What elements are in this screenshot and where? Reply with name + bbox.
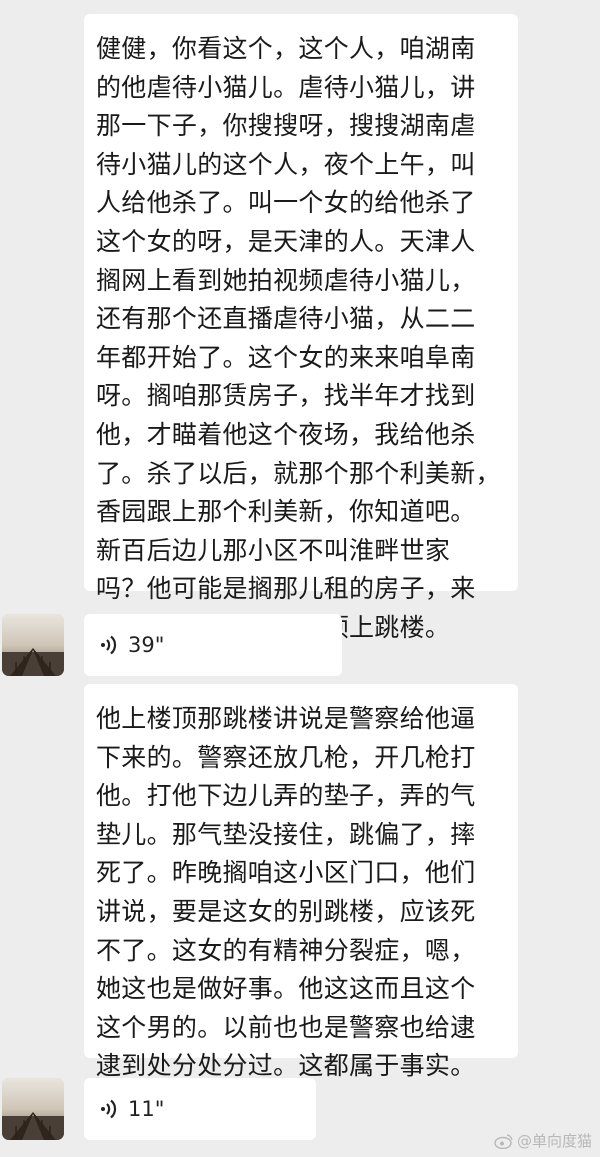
- watermark-text: @单向度猫: [516, 1132, 592, 1150]
- voice-wave-icon: [101, 1099, 117, 1119]
- pier-sunset-icon: [2, 1078, 64, 1140]
- voice-message-bubble[interactable]: 39": [84, 614, 342, 676]
- avatar[interactable]: [2, 614, 64, 676]
- voice-message-bubble[interactable]: 11": [84, 1078, 316, 1140]
- text-message-bubble[interactable]: 他上楼顶那跳楼讲说是警察给他逼 下来的。警察还放几枪，开几枪打 他。打他下边儿弄…: [84, 684, 518, 1080]
- voice-duration: 39": [128, 633, 165, 657]
- pier-sunset-icon: [2, 614, 64, 676]
- avatar[interactable]: [2, 1078, 64, 1140]
- weibo-icon: [494, 1133, 513, 1149]
- watermark: @单向度猫: [494, 1130, 592, 1151]
- text-message-bubble[interactable]: 健健，你看这个，这个人，咱湖南 的他虐待小猫儿。虐待小猫儿，讲 那一下子，你搜搜…: [84, 14, 518, 642]
- voice-wave-icon: [101, 635, 117, 655]
- voice-duration: 11": [128, 1097, 165, 1121]
